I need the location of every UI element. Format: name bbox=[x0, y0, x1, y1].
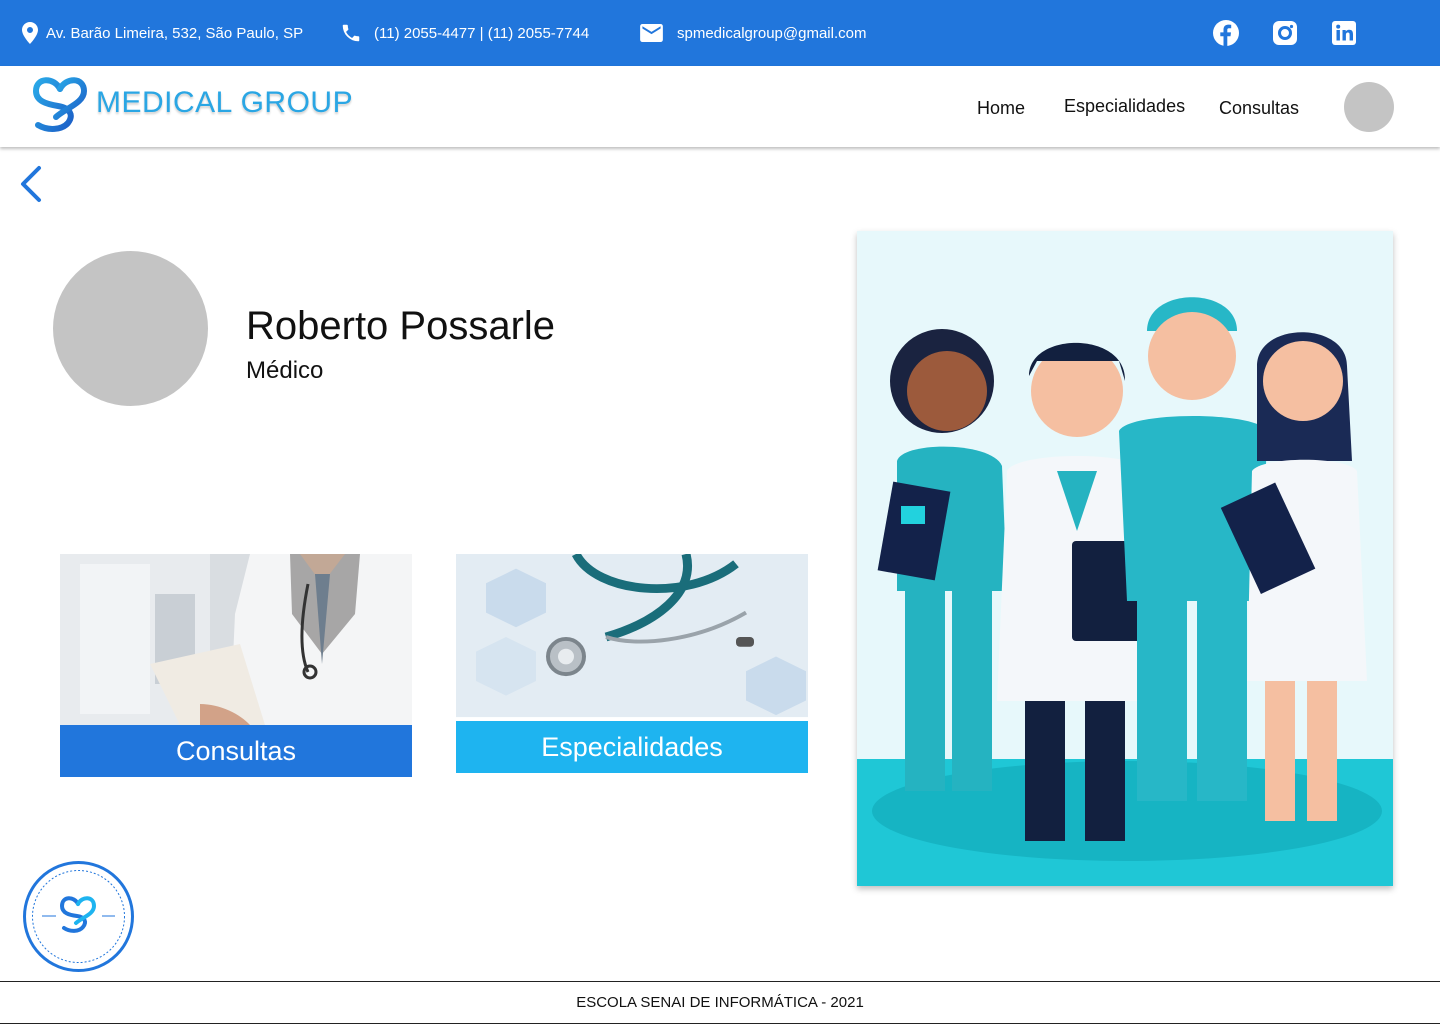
back-arrow-icon[interactable] bbox=[16, 164, 46, 204]
user-avatar[interactable] bbox=[1344, 82, 1394, 132]
footer: ESCOLA SENAI DE INFORMÁTICA - 2021 bbox=[0, 981, 1440, 1024]
consultas-card[interactable]: Consultas bbox=[60, 554, 412, 778]
address-info: Av. Barão Limeira, 532, São Paulo, SP bbox=[22, 0, 303, 66]
phone-text: (11) 2055-4477 | (11) 2055-7744 bbox=[374, 24, 590, 42]
especialidades-card-label[interactable]: Especialidades bbox=[456, 721, 808, 773]
nav-home[interactable]: Home bbox=[977, 98, 1025, 119]
medical-team-illustration bbox=[857, 231, 1393, 886]
nav-especialidades[interactable]: Especialidades bbox=[1064, 96, 1185, 117]
phone-icon bbox=[342, 24, 360, 42]
email-info: spmedicalgroup@gmail.com bbox=[640, 0, 866, 66]
footer-text: ESCOLA SENAI DE INFORMÁTICA - 2021 bbox=[576, 994, 864, 1011]
consultas-photo bbox=[60, 554, 412, 725]
facebook-icon[interactable] bbox=[1213, 20, 1239, 46]
phone-info: (11) 2055-4477 | (11) 2055-7744 bbox=[340, 0, 589, 66]
especialidades-card[interactable]: Especialidades bbox=[456, 554, 808, 774]
top-contact-bar: Av. Barão Limeira, 532, São Paulo, SP (1… bbox=[0, 0, 1440, 66]
consultas-card-label[interactable]: Consultas bbox=[60, 725, 412, 777]
location-pin-icon bbox=[22, 22, 38, 44]
mail-icon bbox=[640, 24, 663, 42]
profile-avatar bbox=[53, 251, 208, 406]
profile-name: Roberto Possarle bbox=[246, 304, 556, 348]
email-text[interactable]: spmedicalgroup@gmail.com bbox=[677, 25, 866, 42]
brand-name[interactable]: MEDICAL GROUP bbox=[96, 86, 353, 120]
address-text: Av. Barão Limeira, 532, São Paulo, SP bbox=[46, 24, 304, 42]
nav-consultas[interactable]: Consultas bbox=[1219, 98, 1299, 119]
profile-role: Médico bbox=[246, 357, 324, 384]
medical-group-seal-logo bbox=[23, 861, 134, 972]
main-navbar: MEDICAL GROUP Home Especialidades Consul… bbox=[0, 66, 1440, 147]
linkedin-icon[interactable] bbox=[1331, 20, 1357, 46]
brand-logo-icon[interactable] bbox=[32, 75, 88, 133]
especialidades-photo bbox=[456, 554, 808, 718]
instagram-icon[interactable] bbox=[1272, 20, 1298, 46]
